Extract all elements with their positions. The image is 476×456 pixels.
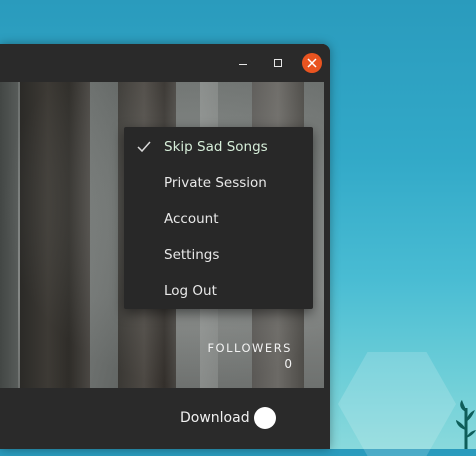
minimize-icon[interactable] bbox=[234, 53, 254, 73]
profile-dropdown-menu: Skip Sad Songs Private Session Account S… bbox=[124, 127, 313, 309]
download-label: Download bbox=[180, 410, 250, 426]
desktop-plant-decoration bbox=[456, 400, 476, 449]
menu-item-settings[interactable]: Settings bbox=[124, 237, 313, 273]
followers-count: 0 bbox=[284, 357, 292, 371]
followers-label: FOLLOWERS bbox=[207, 341, 292, 355]
bottom-bar: Download bbox=[0, 388, 330, 449]
menu-item-label: Settings bbox=[164, 247, 220, 263]
download-toggle[interactable] bbox=[254, 407, 276, 429]
menu-item-skip-sad-songs[interactable]: Skip Sad Songs bbox=[124, 129, 313, 165]
menu-item-private-session[interactable]: Private Session bbox=[124, 165, 313, 201]
title-bar bbox=[0, 44, 330, 82]
desktop-hexagon-decoration bbox=[338, 352, 456, 456]
menu-item-label: Private Session bbox=[164, 175, 267, 191]
menu-item-label: Account bbox=[164, 211, 219, 227]
menu-item-label: Skip Sad Songs bbox=[164, 139, 268, 155]
checkmark-icon bbox=[137, 141, 151, 153]
close-x-glyph bbox=[307, 58, 317, 68]
menu-item-log-out[interactable]: Log Out bbox=[124, 273, 313, 309]
menu-item-label: Log Out bbox=[164, 283, 217, 299]
close-icon[interactable] bbox=[302, 53, 322, 73]
maximize-icon[interactable] bbox=[268, 53, 288, 73]
menu-item-account[interactable]: Account bbox=[124, 201, 313, 237]
